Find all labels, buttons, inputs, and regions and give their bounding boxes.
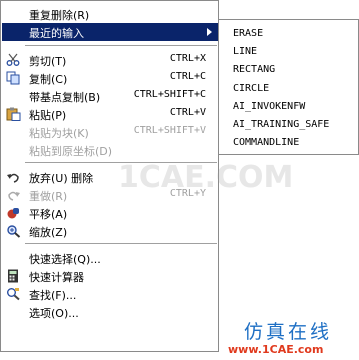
menu-item-copy[interactable]: 复制(C) CTRL+C <box>2 69 218 87</box>
menu-item-label: 查找(F)... <box>29 289 77 302</box>
menu-item-cut[interactable]: 剪切(T) CTRL+X <box>2 51 218 69</box>
brand-title: 仿真在线 <box>244 321 333 343</box>
menu-item-find[interactable]: 查找(F)... <box>2 285 218 303</box>
brand-url: www.1CAE.com <box>228 343 324 356</box>
menu-item-label: 放弃(U) 删除 <box>29 172 94 185</box>
zoom-icon <box>6 224 21 238</box>
menu-item-label: 带基点复制(B) <box>29 91 101 104</box>
menu-item-label: 粘贴(P) <box>29 109 67 122</box>
submenu-item-ai-training-safe[interactable]: AI_TRAINING_SAFE <box>233 119 329 130</box>
menu-item-shortcut: CTRL+X <box>169 53 206 64</box>
undo-icon <box>6 170 21 184</box>
menu-item-shortcut: CTRL+V <box>169 107 206 118</box>
menu-item-label: 快速选择(Q)... <box>29 253 101 266</box>
menu-item-paste[interactable]: 粘贴(P) CTRL+V <box>2 105 218 123</box>
paste-icon <box>6 107 21 121</box>
copy-icon <box>6 71 21 85</box>
submenu-item-erase[interactable]: ERASE <box>233 28 263 39</box>
submenu-item-line[interactable]: LINE <box>233 46 257 57</box>
menu-item-label: 剪切(T) <box>29 55 67 68</box>
menu-item-repeat-delete[interactable]: 重复删除(R) <box>2 5 218 23</box>
pan-hand-icon <box>6 206 21 220</box>
submenu-arrow-icon <box>207 28 212 36</box>
scissors-icon <box>6 53 21 67</box>
menu-separator <box>25 243 217 244</box>
menu-item-options[interactable]: 选项(O)... <box>2 303 218 321</box>
redo-icon <box>6 188 21 202</box>
menu-item-label: 重做(R) <box>29 190 68 203</box>
menu-separator <box>25 45 217 46</box>
calculator-icon <box>6 269 21 283</box>
menu-item-recent-input[interactable]: 最近的输入 <box>2 23 218 41</box>
menu-item-copy-with-base-point[interactable]: 带基点复制(B) CTRL+SHIFT+C <box>2 87 218 105</box>
submenu-item-circle[interactable]: CIRCLE <box>233 83 269 94</box>
recent-input-submenu: ERASE LINE RECTANG CIRCLE AI_INVOKENFW A… <box>218 19 359 155</box>
watermark: 1CAE.COM <box>118 160 294 195</box>
submenu-item-commandline[interactable]: COMMANDLINE <box>233 137 299 148</box>
menu-item-label: 粘贴到原坐标(D) <box>29 145 113 158</box>
menu-item-paste-as-block[interactable]: 粘贴为块(K) CTRL+SHIFT+V <box>2 123 218 141</box>
menu-item-pan[interactable]: 平移(A) <box>2 204 218 222</box>
submenu-item-rectang[interactable]: RECTANG <box>233 64 275 75</box>
menu-item-label: 最近的输入 <box>29 27 84 40</box>
menu-item-label: 选项(O)... <box>29 307 79 320</box>
menu-item-shortcut: CTRL+C <box>169 71 206 82</box>
menu-item-quick-calculator[interactable]: 快速计算器 <box>2 267 218 285</box>
menu-item-label: 缩放(Z) <box>29 226 68 239</box>
submenu-item-ai-invokenfw[interactable]: AI_INVOKENFW <box>233 101 305 112</box>
menu-item-label: 平移(A) <box>29 208 68 221</box>
menu-item-label: 重复删除(R) <box>29 9 90 22</box>
menu-item-quick-select[interactable]: 快速选择(Q)... <box>2 249 218 267</box>
find-icon <box>6 287 21 301</box>
menu-item-shortcut: CTRL+SHIFT+V <box>133 125 206 136</box>
menu-item-paste-to-original-coords[interactable]: 粘贴到原坐标(D) <box>2 141 218 159</box>
menu-item-label: 粘贴为块(K) <box>29 127 89 140</box>
menu-item-label: 复制(C) <box>29 73 68 86</box>
menu-item-zoom[interactable]: 缩放(Z) <box>2 222 218 240</box>
menu-item-label: 快速计算器 <box>29 271 84 284</box>
menu-item-shortcut: CTRL+SHIFT+C <box>133 89 206 100</box>
